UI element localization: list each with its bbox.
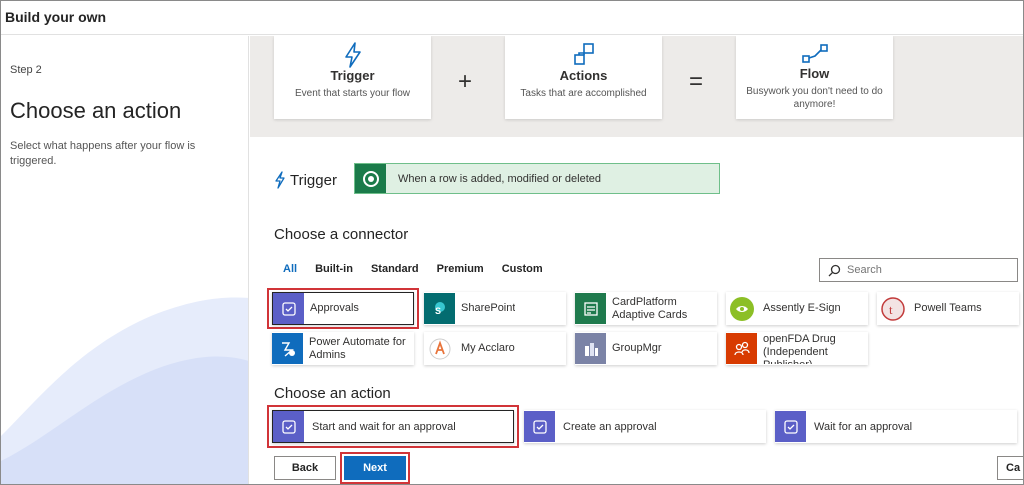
action-heading: Choose an action: [274, 385, 391, 402]
lightning-icon: [275, 171, 285, 189]
action-wait-for-approval[interactable]: Wait for an approval: [775, 410, 1017, 443]
equals-sign: =: [689, 68, 704, 95]
banner-actions-subtitle: Tasks that are accomplished: [520, 88, 647, 99]
connector-cardplatform[interactable]: CardPlatform Adaptive Cards: [575, 292, 717, 325]
plus-sign: +: [458, 68, 473, 95]
cancel-button[interactable]: Ca: [997, 456, 1023, 480]
search-icon: [828, 264, 841, 276]
action-label: Start and wait for an approval: [312, 420, 456, 433]
banner-trigger-card: Trigger Event that starts your flow: [274, 36, 431, 119]
connector-label: Powell Teams: [914, 302, 982, 314]
connector-label: openFDA Drug (Independent Publisher): [763, 333, 836, 364]
tab-built-in[interactable]: Built-in: [315, 263, 353, 275]
banner-flow-card: Flow Busywork you don't need to do anymo…: [736, 36, 893, 119]
lightning-icon: [344, 42, 361, 68]
connector-tabs: All Built-in Standard Premium Custom: [283, 263, 561, 275]
back-button[interactable]: Back: [274, 456, 336, 480]
actions-icon: [573, 43, 594, 65]
groupmgr-icon: [575, 333, 606, 364]
build-your-own-window: Build your own Step 2 Choose an action S…: [0, 0, 1024, 485]
search-input[interactable]: [847, 264, 1007, 276]
connector-heading: Choose a connector: [274, 226, 409, 243]
main-pane: Trigger Event that starts your flow + Ac…: [250, 36, 1023, 484]
approvals-icon: [775, 411, 806, 442]
selected-trigger[interactable]: When a row is added, modified or deleted: [354, 163, 720, 194]
next-button[interactable]: Next: [344, 456, 406, 480]
flow-icon: [801, 44, 828, 63]
page-title: Choose an action: [10, 98, 182, 123]
connector-label: Power Automate for Admins: [309, 335, 406, 361]
flow-banner: Trigger Event that starts your flow + Ac…: [250, 36, 1023, 137]
approvals-icon: [273, 411, 304, 442]
trigger-text: When a row is added, modified or deleted: [398, 172, 602, 185]
power-automate-icon: [272, 333, 303, 364]
connector-groupmgr[interactable]: GroupMgr: [575, 332, 717, 365]
connector-label: My Acclaro: [461, 342, 515, 354]
powell-icon: t: [877, 293, 908, 324]
tab-standard[interactable]: Standard: [371, 263, 419, 275]
action-label: Wait for an approval: [814, 420, 913, 433]
svg-text:t: t: [889, 302, 893, 317]
connector-approvals[interactable]: Approvals: [272, 292, 414, 325]
acclaro-icon: [424, 333, 455, 364]
connector-label: Approvals: [310, 302, 359, 314]
banner-trigger-subtitle: Event that starts your flow: [294, 88, 411, 99]
banner-actions-title: Actions: [559, 68, 608, 83]
connector-label: SharePoint: [461, 302, 516, 314]
connector-sharepoint[interactable]: S SharePoint: [424, 292, 566, 325]
action-create-approval[interactable]: Create an approval: [524, 410, 766, 443]
tab-custom[interactable]: Custom: [502, 263, 543, 275]
left-pane: Step 2 Choose an action Select what happ…: [1, 36, 249, 484]
approvals-icon: [273, 293, 304, 324]
connector-label: CardPlatform Adaptive Cards: [612, 295, 688, 321]
connector-power-automate-admins[interactable]: Power Automate for Admins: [272, 332, 414, 365]
connector-assently[interactable]: Assently E-Sign: [726, 292, 868, 325]
connector-my-acclaro[interactable]: My Acclaro: [424, 332, 566, 365]
step-label: Step 2: [10, 64, 42, 76]
openfda-icon: [726, 333, 757, 364]
connector-powell-teams[interactable]: t Powell Teams: [877, 292, 1019, 325]
sharepoint-icon: S: [424, 293, 455, 324]
page-description: Select what happens after your flow is t…: [10, 140, 196, 167]
cardplatform-icon: [575, 293, 606, 324]
window-title: Build your own: [1, 1, 1023, 35]
action-label: Create an approval: [563, 420, 657, 433]
banner-actions-card: Actions Tasks that are accomplished: [505, 36, 662, 119]
connector-label: GroupMgr: [612, 342, 662, 354]
connector-label: Assently E-Sign: [763, 302, 841, 314]
decorative-wave: [1, 297, 248, 484]
svg-text:S: S: [435, 306, 441, 316]
trigger-label-text: Trigger: [290, 171, 337, 189]
trigger-label: Trigger: [274, 171, 337, 189]
connector-search[interactable]: [819, 258, 1018, 282]
action-start-and-wait-approval[interactable]: Start and wait for an approval: [272, 410, 514, 443]
banner-flow-title: Flow: [799, 66, 830, 81]
approvals-icon: [524, 411, 555, 442]
banner-trigger-title: Trigger: [330, 68, 375, 83]
connector-openfda-drug[interactable]: openFDA Drug (Independent Publisher): [726, 332, 868, 365]
tab-premium[interactable]: Premium: [437, 263, 484, 275]
banner-flow-subtitle: Busywork you don't need to do anymore!: [746, 86, 883, 110]
dataverse-icon: [355, 164, 386, 193]
tab-all[interactable]: All: [283, 263, 297, 275]
assently-icon: [726, 293, 757, 324]
